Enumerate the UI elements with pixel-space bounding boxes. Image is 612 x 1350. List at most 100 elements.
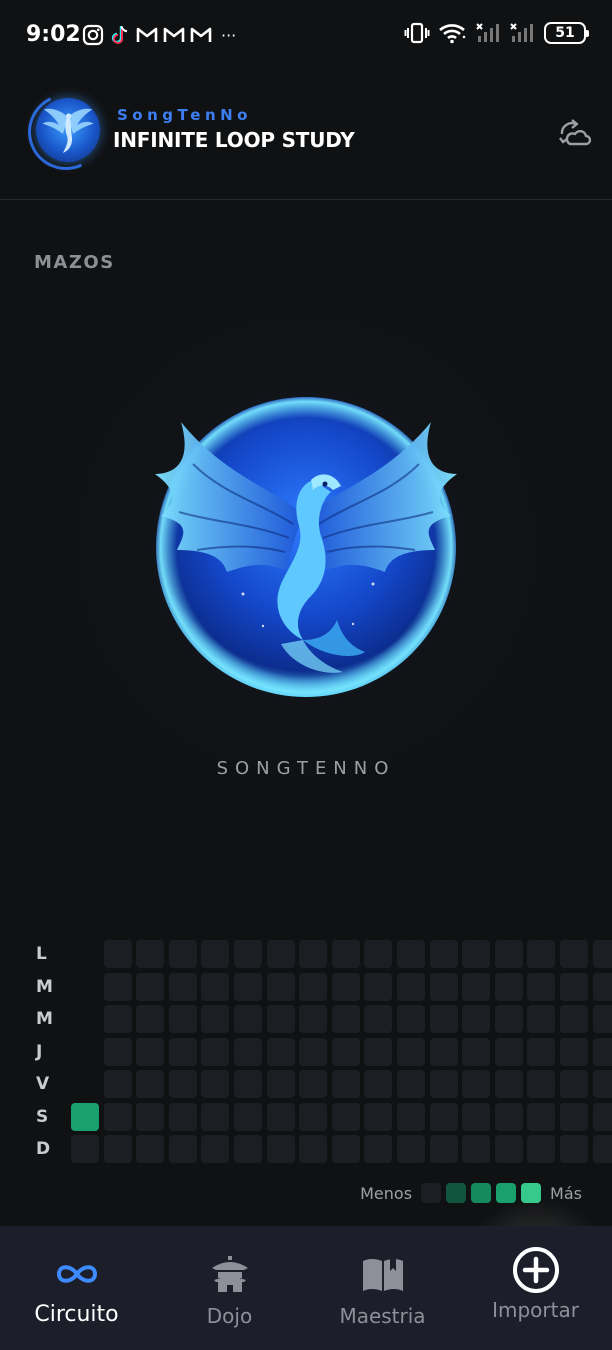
heatmap-cell <box>331 1005 360 1033</box>
status-bar: 9:02 ··· 51 <box>0 0 612 72</box>
sync-button[interactable] <box>554 112 594 152</box>
heatmap-cell <box>103 1102 132 1131</box>
heatmap-cell <box>592 1135 612 1163</box>
infinity-icon <box>53 1252 101 1296</box>
deck-card[interactable] <box>153 394 459 700</box>
heatmap-cell <box>266 1070 295 1098</box>
heatmap-cell <box>429 1005 458 1033</box>
heatmap-cell <box>494 1102 523 1131</box>
heatmap-cell <box>299 1037 328 1066</box>
heatmap-cell <box>201 1070 230 1098</box>
heatmap-cell <box>364 1135 393 1163</box>
legend-level-2 <box>471 1183 492 1203</box>
app-title: INFINITE LOOP STUDY <box>113 128 355 152</box>
nav-label-importar: Importar <box>492 1298 579 1322</box>
system-indicators: 51 <box>404 22 589 44</box>
day-label: M <box>36 976 53 997</box>
heatmap-cell <box>364 1070 393 1098</box>
heatmap-cell <box>429 1070 458 1098</box>
app-logo <box>17 83 115 181</box>
heatmap-cell <box>103 1037 132 1066</box>
nav-item-circuito[interactable]: Circuito <box>0 1226 153 1350</box>
heatmap-cell <box>299 1005 328 1033</box>
nav-label-maestria: Maestria <box>339 1304 426 1328</box>
deck-name: SONGTENNO <box>216 758 396 779</box>
nav-item-dojo[interactable]: Dojo <box>153 1226 306 1350</box>
day-label: S <box>36 1106 49 1127</box>
heatmap-cell <box>429 1037 458 1066</box>
heatmap-cell <box>429 1102 458 1131</box>
signal-icon <box>476 23 499 42</box>
book-icon <box>359 1252 407 1296</box>
heatmap-cell <box>462 1135 491 1163</box>
vibrate-icon <box>404 22 430 44</box>
brand-name: SongTenNo <box>117 106 252 124</box>
heatmap-cell <box>429 940 458 968</box>
heatmap-cell <box>527 1005 556 1033</box>
heatmap-cell <box>266 1102 295 1131</box>
heatmap-cell <box>527 1070 556 1098</box>
heatmap-cell <box>201 940 230 968</box>
heatmap-cell <box>103 1135 132 1163</box>
heatmap-cell <box>462 1102 491 1131</box>
heatmap-cell <box>397 1102 425 1131</box>
signal-icon <box>510 23 533 42</box>
app-header: SongTenNo INFINITE LOOP STUDY <box>0 72 612 200</box>
day-label: D <box>36 1139 51 1159</box>
heatmap-cell <box>527 940 556 968</box>
heatmap-cell <box>331 1102 360 1131</box>
day-label: J <box>36 1041 43 1062</box>
heatmap-cell <box>527 1102 556 1131</box>
heatmap-cell <box>201 1005 230 1033</box>
section-title: MAZOS <box>34 252 115 273</box>
legend-less-label: Menos <box>360 1183 413 1203</box>
wifi-icon <box>439 24 466 44</box>
plus-circle-icon <box>512 1247 560 1293</box>
heatmap-cell <box>234 1102 262 1131</box>
heatmap-cell <box>136 972 165 1001</box>
heatmap-cell <box>592 1005 612 1033</box>
gmail-icon <box>190 27 212 42</box>
phoenix-emblem-icon <box>155 397 457 697</box>
heatmap-cell <box>299 1135 328 1163</box>
heatmap-cell <box>331 972 360 1001</box>
heatmap-cell <box>331 1070 360 1098</box>
heatmap-cell <box>560 1102 588 1131</box>
heatmap-cell <box>494 1135 523 1163</box>
nav-item-importar[interactable]: Importar <box>459 1226 612 1350</box>
heatmap-cell <box>168 1037 197 1066</box>
heatmap-cell <box>592 972 612 1001</box>
heatmap-cell <box>494 1005 523 1033</box>
heatmap-cell <box>266 1135 295 1163</box>
heatmap-cell <box>429 1135 458 1163</box>
heatmap-cell <box>103 1005 132 1033</box>
heatmap-cell <box>592 1037 612 1066</box>
heatmap-cell <box>71 1102 99 1131</box>
heatmap-cell <box>136 1135 165 1163</box>
heatmap-cell <box>560 972 588 1001</box>
heatmap-cell <box>234 972 262 1001</box>
heatmap-cell <box>201 1037 230 1066</box>
heatmap-cell <box>592 1102 612 1131</box>
day-label: M <box>36 1009 53 1029</box>
nav-label-circuito: Circuito <box>34 1302 119 1327</box>
heatmap-cell <box>201 972 230 1001</box>
heatmap-cell <box>234 1037 262 1066</box>
heatmap-cell <box>299 1070 328 1098</box>
phoenix-logo-icon <box>36 98 100 162</box>
heatmap-cell <box>397 1135 425 1163</box>
heatmap-cell <box>494 1037 523 1066</box>
heatmap-cell <box>397 940 425 968</box>
heatmap-cell <box>266 1037 295 1066</box>
heatmap-cell <box>462 1070 491 1098</box>
gmail-icon <box>163 27 185 42</box>
heatmap-cell <box>136 1037 165 1066</box>
heatmap-cell <box>364 1005 393 1033</box>
heatmap-cell <box>462 972 491 1001</box>
activity-heatmap: LMMJVSD <box>0 936 612 1166</box>
heatmap-cell <box>494 940 523 968</box>
heatmap-cell <box>103 940 132 968</box>
heatmap-cell <box>136 1005 165 1033</box>
heatmap-cell <box>168 940 197 968</box>
nav-item-maestria[interactable]: Maestria <box>306 1226 459 1350</box>
